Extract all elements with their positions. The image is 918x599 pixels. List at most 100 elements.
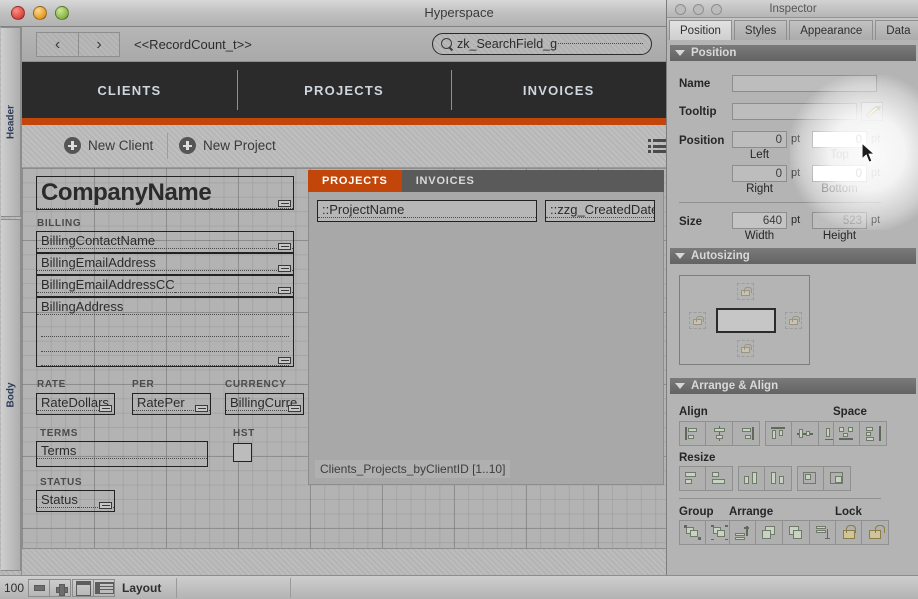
inspector-window-controls[interactable] <box>675 4 722 15</box>
table-view-icon[interactable] <box>93 579 115 597</box>
resize-nub[interactable] <box>195 405 208 412</box>
label-resize: Resize <box>679 452 716 464</box>
label-name: Name <box>679 78 711 90</box>
field-rate-per[interactable]: RatePer <box>132 393 211 415</box>
field-billing-email[interactable]: BillingEmailAddress <box>36 253 294 275</box>
section-header-arrange[interactable]: Arrange & Align <box>670 378 916 394</box>
size-height-input[interactable]: 523 <box>812 212 867 229</box>
align-center-vertical-icon[interactable] <box>706 421 733 446</box>
align-middle-horizontal-icon[interactable] <box>792 421 819 446</box>
resize-smallest-height-icon[interactable] <box>738 466 765 491</box>
resize-nub[interactable] <box>99 405 112 412</box>
chevron-down-icon <box>675 383 685 389</box>
position-top-input[interactable]: 0 <box>812 131 867 148</box>
field-rate-per-label: RatePer <box>133 394 185 411</box>
field-billing-email-cc[interactable]: BillingEmailAddressCC <box>36 275 294 297</box>
nav-tab-invoices[interactable]: INVOICES <box>451 62 666 118</box>
name-input[interactable] <box>732 75 877 92</box>
tab-position[interactable]: Position <box>669 20 732 40</box>
field-project-name[interactable]: ::ProjectName <box>317 200 537 222</box>
layout-canvas[interactable]: CompanyName BILLING BillingContactName B… <box>22 168 666 575</box>
resize-nub[interactable] <box>278 243 291 250</box>
field-terms[interactable]: Terms <box>36 441 208 467</box>
record-nav-buttons[interactable]: ‹ › <box>36 32 120 57</box>
lock-bottom-icon[interactable] <box>737 340 754 357</box>
lock-closed-icon[interactable] <box>835 520 862 545</box>
distribute-horizontal-icon[interactable] <box>833 421 860 446</box>
resize-smallest-width-icon[interactable] <box>679 466 706 491</box>
previous-record-button[interactable]: ‹ <box>36 32 78 57</box>
group-icon[interactable] <box>679 520 706 545</box>
part-label-header[interactable]: Header <box>1 27 21 217</box>
part-body-text: Body <box>5 382 16 408</box>
next-record-button[interactable]: › <box>78 32 120 57</box>
field-company-name[interactable]: CompanyName <box>36 176 294 210</box>
position-right-input[interactable]: 0 <box>732 165 787 182</box>
field-rate-dollars[interactable]: RateDollars <box>36 393 115 415</box>
label-space: Space <box>833 406 867 418</box>
tab-data[interactable]: Data <box>875 20 918 40</box>
field-billing-currency[interactable]: BillingCurre <box>225 393 304 415</box>
action-bar: New Client New Project <box>22 125 666 168</box>
status-divider <box>290 578 291 598</box>
form-view-icon[interactable] <box>72 579 94 597</box>
tab-projects[interactable]: PROJECTS <box>308 170 402 192</box>
field-billing-contact[interactable]: BillingContactName <box>36 231 294 253</box>
resize-smallest-both-icon[interactable] <box>797 466 824 491</box>
resize-nub[interactable] <box>278 265 291 272</box>
field-billing-address[interactable]: BillingAddress <box>36 297 294 367</box>
sublabel-right: Right <box>746 183 773 195</box>
lock-open-icon[interactable] <box>862 520 889 545</box>
resize-nub[interactable] <box>278 357 291 364</box>
resize-largest-both-icon[interactable] <box>824 466 851 491</box>
lock-top-icon[interactable] <box>737 283 754 300</box>
new-project-button[interactable]: New Project <box>179 137 276 154</box>
zoom-in-icon[interactable] <box>49 579 71 597</box>
send-backward-icon[interactable] <box>783 520 810 545</box>
position-bottom-input[interactable]: 0 <box>812 165 867 182</box>
field-fill <box>174 277 293 293</box>
field-line <box>41 365 289 366</box>
distribute-vertical-icon[interactable] <box>860 421 887 446</box>
tab-invoices[interactable]: INVOICES <box>402 170 489 192</box>
tab-styles[interactable]: Styles <box>733 20 788 40</box>
section-header-autosizing[interactable]: Autosizing <box>670 248 916 264</box>
nav-tab-clients[interactable]: CLIENTS <box>22 62 237 118</box>
zoom-out-icon[interactable] <box>28 579 50 597</box>
status-divider <box>176 578 177 598</box>
resize-nub[interactable] <box>278 200 291 207</box>
inspector-minimize-button[interactable] <box>693 4 704 15</box>
align-top-icon[interactable] <box>765 421 792 446</box>
send-to-back-icon[interactable] <box>810 520 837 545</box>
tab-appearance[interactable]: Appearance <box>789 20 874 40</box>
inspector-zoom-button[interactable] <box>711 4 722 15</box>
align-left-icon[interactable] <box>679 421 706 446</box>
new-client-button[interactable]: New Client <box>64 137 153 154</box>
part-label-body[interactable]: Body <box>1 219 21 571</box>
resize-largest-width-icon[interactable] <box>706 466 733 491</box>
align-right-icon[interactable] <box>733 421 760 446</box>
field-status[interactable]: Status <box>36 490 115 512</box>
section-header-position[interactable]: Position <box>670 45 916 61</box>
size-width-input[interactable]: 640 <box>732 212 787 229</box>
checkbox-hst[interactable] <box>233 443 252 462</box>
search-input[interactable]: zk_SearchField_g <box>432 33 652 55</box>
field-created-date[interactable]: ::zzg_CreatedDate <box>545 200 655 222</box>
resize-nub[interactable] <box>278 287 291 294</box>
bring-to-front-icon[interactable] <box>729 520 756 545</box>
resize-largest-height-icon[interactable] <box>765 466 792 491</box>
resize-nub[interactable] <box>288 405 301 412</box>
inspector-tabs: Position Styles Appearance Data <box>667 18 918 40</box>
pencil-icon[interactable] <box>861 102 883 121</box>
autosizing-widget[interactable] <box>679 275 810 365</box>
resize-nub[interactable] <box>99 502 112 509</box>
tooltip-input[interactable] <box>732 103 857 120</box>
nav-tab-projects[interactable]: PROJECTS <box>236 62 452 118</box>
list-view-icon[interactable] <box>648 139 666 153</box>
lock-left-icon[interactable] <box>689 312 706 329</box>
position-left-input[interactable]: 0 <box>732 131 787 148</box>
lock-right-icon[interactable] <box>785 312 802 329</box>
inspector-close-button[interactable] <box>675 4 686 15</box>
bring-forward-icon[interactable] <box>756 520 783 545</box>
zoom-level: 100 <box>4 581 25 595</box>
